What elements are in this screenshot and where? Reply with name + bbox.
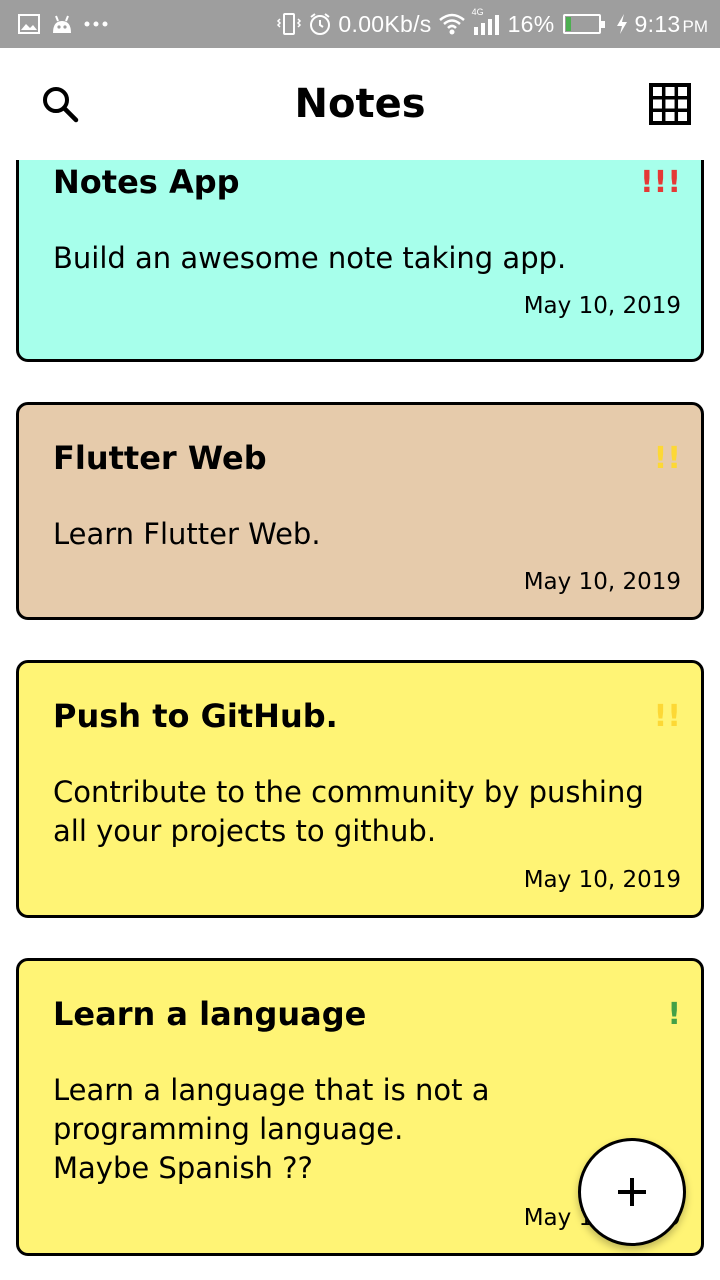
note-title: Notes App	[53, 163, 240, 201]
priority-indicator: !!!	[639, 165, 681, 200]
note-date: May 10, 2019	[523, 569, 681, 595]
note-date: May 10, 2019	[523, 293, 681, 319]
clock-time: 9:13	[634, 10, 681, 37]
plus-icon	[618, 1178, 646, 1206]
gallery-icon	[18, 14, 40, 34]
clock: 9:13 PM	[635, 11, 708, 38]
note-body: Build an awesome note taking app.	[53, 241, 567, 275]
note-body: Learn a language that is not a programmi…	[53, 1073, 490, 1185]
priority-indicator: !!	[653, 441, 681, 476]
search-button[interactable]	[36, 80, 84, 128]
alarm-icon	[308, 12, 332, 36]
vibrate-icon	[276, 12, 302, 36]
note-card[interactable]: Push to GitHub. !! Contribute to the com…	[16, 660, 704, 918]
note-card[interactable]: Notes App !!! Build an awesome note taki…	[16, 160, 704, 362]
network-speed: 0.00Kb/s	[338, 10, 432, 37]
signal-icon: 4G	[472, 7, 502, 35]
clock-ampm: PM	[682, 16, 709, 36]
note-title: Push to GitHub.	[53, 697, 338, 735]
search-icon	[43, 87, 79, 123]
note-title: Learn a language	[53, 995, 367, 1033]
page-title: Notes	[294, 81, 426, 127]
android-icon	[50, 13, 74, 35]
note-body: Learn Flutter Web.	[53, 517, 321, 551]
add-note-button[interactable]	[578, 1138, 686, 1246]
grid-icon	[649, 83, 691, 125]
grid-view-button[interactable]	[646, 80, 694, 128]
app-bar: Notes	[0, 48, 720, 160]
wifi-icon	[438, 13, 466, 35]
note-title: Flutter Web	[53, 439, 267, 477]
battery-percent: 16%	[507, 10, 555, 37]
more-icon	[84, 20, 108, 28]
note-body: Contribute to the community by pushing a…	[53, 775, 644, 848]
status-bar: 0.00Kb/s 4G 16% 9:13 PM	[0, 0, 720, 48]
network-type: 4G	[471, 7, 484, 17]
battery-icon	[562, 14, 605, 34]
charging-icon	[615, 13, 629, 35]
notes-list[interactable]: Notes App !!! Build an awesome note taki…	[0, 160, 720, 1280]
note-card[interactable]: Flutter Web !! Learn Flutter Web. May 10…	[16, 402, 704, 620]
priority-indicator: !!	[653, 699, 681, 734]
battery-level	[565, 17, 571, 31]
note-date: May 10, 2019	[523, 867, 681, 893]
status-left	[18, 13, 108, 35]
status-right: 0.00Kb/s 4G 16% 9:13 PM	[276, 7, 708, 38]
priority-indicator: !	[667, 997, 681, 1032]
